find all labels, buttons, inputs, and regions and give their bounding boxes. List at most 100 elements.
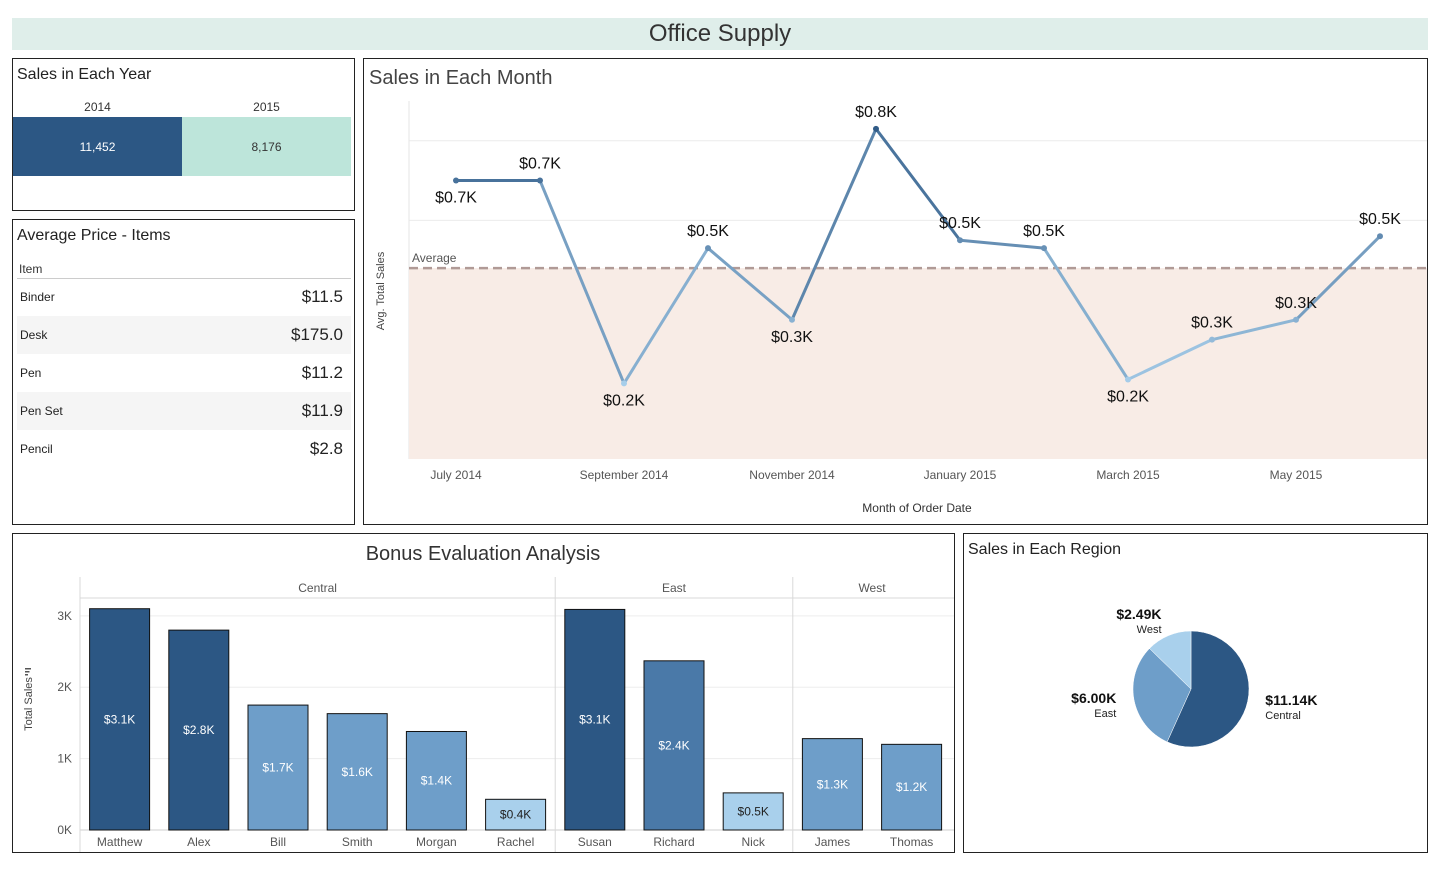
month-data-label: $0.5K: [1359, 211, 1401, 228]
region-name-label: West: [1137, 624, 1162, 636]
item-name: Desk: [20, 328, 48, 342]
month-y-axis-label: Avg. Total Sales: [375, 251, 387, 330]
month-data-point[interactable]: [1377, 233, 1383, 240]
month-data-label: $0.5K: [1023, 223, 1065, 240]
month-data-point[interactable]: [537, 177, 543, 184]
month-x-tick-label: November 2014: [749, 468, 835, 482]
month-data-point[interactable]: [1041, 245, 1047, 252]
bonus-x-tick-label: Bill: [270, 835, 286, 849]
table-row[interactable]: Pen $11.2: [17, 354, 351, 392]
month-data-point[interactable]: [957, 237, 963, 244]
month-data-label: $0.5K: [687, 223, 729, 240]
bonus-bar-label: $1.6K: [342, 765, 373, 779]
region-name-label: Central: [1265, 710, 1300, 722]
year-header-2014: 2014: [84, 100, 111, 114]
month-data-point[interactable]: [621, 380, 627, 387]
bonus-bar-label: $3.1K: [104, 712, 135, 726]
sales-by-region-chart[interactable]: $11.14K Central $6.00K East $2.49K West: [964, 534, 1427, 852]
sales-by-year-panel: Sales in Each Year 2014 2015 11,452 8,17…: [12, 58, 355, 211]
month-data-point[interactable]: [705, 245, 711, 252]
sort-icon[interactable]: [25, 668, 31, 676]
month-data-label: $0.7K: [519, 156, 561, 173]
bonus-group-label: East: [662, 581, 687, 595]
month-x-tick-label: March 2015: [1096, 468, 1160, 482]
bonus-x-tick-label: Thomas: [890, 835, 933, 849]
month-data-point[interactable]: [453, 177, 459, 184]
bonus-x-tick-label: Nick: [742, 835, 766, 849]
average-price-panel: Average Price - Items Item Binder $11.5 …: [12, 219, 355, 525]
month-data-point[interactable]: [873, 125, 879, 132]
bonus-bar-label: $2.8K: [183, 723, 214, 737]
year-cell-2014[interactable]: 11,452: [13, 117, 182, 176]
bonus-bar-label: $0.4K: [500, 808, 531, 822]
average-price-title: Average Price - Items: [17, 227, 171, 244]
year-cell-2015[interactable]: 8,176: [182, 117, 351, 176]
bonus-y-tick-label: 0K: [57, 823, 72, 837]
item-price: $11.2: [301, 363, 343, 382]
bonus-group-label: Central: [298, 581, 337, 595]
item-name: Pencil: [20, 442, 53, 456]
bonus-y-tick-label: 1K: [57, 752, 72, 766]
item-price: $2.8: [309, 439, 343, 458]
bonus-group-label: West: [858, 581, 886, 595]
table-row[interactable]: Desk $175.0: [17, 316, 351, 354]
month-data-point[interactable]: [1209, 336, 1215, 343]
bonus-bar-label: $1.4K: [421, 774, 452, 788]
month-data-label: $0.3K: [1275, 295, 1317, 312]
month-data-label: $0.5K: [939, 215, 981, 232]
month-line-segment: [958, 238, 1046, 250]
dashboard-title: Office Supply: [12, 18, 1428, 50]
item-name: Pen Set: [20, 404, 63, 418]
month-data-label: $0.3K: [1191, 315, 1233, 332]
bonus-x-tick-label: Richard: [653, 835, 694, 849]
month-x-tick-label: January 2015: [924, 468, 997, 482]
item-name: Binder: [20, 290, 55, 304]
bonus-x-tick-label: James: [815, 835, 850, 849]
bonus-bar-label: $1.7K: [262, 761, 293, 775]
item-column-header: Item: [19, 262, 43, 276]
item-price: $11.5: [301, 287, 343, 306]
month-x-tick-label: September 2014: [580, 468, 669, 482]
bonus-x-tick-label: Morgan: [416, 835, 457, 849]
bonus-bar-label: $1.3K: [817, 777, 848, 791]
table-row[interactable]: Pen Set $11.9: [17, 392, 351, 430]
sales-by-month-chart[interactable]: Avg. Total Sales Month of Order Date Ave…: [364, 59, 1427, 524]
bonus-x-tick-label: Smith: [342, 835, 373, 849]
sales-by-region-panel: Sales in Each Region $11.14K Central $6.00…: [963, 533, 1428, 853]
bonus-y-axis-label: Total Sales: [23, 677, 35, 731]
month-data-label: $0.7K: [435, 190, 477, 207]
region-value-label: $2.49K: [1116, 606, 1161, 622]
month-x-axis-label: Month of Order Date: [862, 501, 972, 515]
table-row[interactable]: Pencil $2.8: [17, 430, 351, 468]
bonus-x-tick-label: Matthew: [97, 835, 143, 849]
bonus-x-tick-label: Alex: [187, 835, 210, 849]
sales-by-year-title: Sales in Each Year: [17, 66, 152, 83]
bonus-bar-label: $2.4K: [658, 738, 689, 752]
bonus-x-tick-label: Susan: [578, 835, 612, 849]
bonus-bar-label: $3.1K: [579, 713, 610, 727]
sales-by-month-panel: Sales in Each Month Avg. Total Sales Mon…: [363, 58, 1428, 525]
region-value-label: $11.14K: [1265, 692, 1317, 708]
table-row[interactable]: Binder $11.5: [17, 278, 351, 316]
region-value-label: $6.00K: [1071, 690, 1116, 706]
month-data-point[interactable]: [1293, 316, 1299, 323]
month-x-tick-label: July 2014: [430, 468, 482, 482]
bonus-evaluation-panel: Bonus Evaluation Analysis Total Sales 0K…: [12, 533, 955, 853]
item-name: Pen: [20, 366, 42, 380]
month-data-point[interactable]: [1125, 376, 1131, 383]
bonus-y-tick-label: 2K: [57, 680, 72, 694]
bonus-evaluation-title: Bonus Evaluation Analysis: [366, 543, 601, 565]
item-price: $11.9: [301, 401, 343, 420]
month-x-tick-label: May 2015: [1270, 468, 1323, 482]
month-data-label: $0.2K: [1107, 388, 1149, 405]
bonus-bar-label: $0.5K: [738, 804, 769, 818]
region-name-label: East: [1094, 708, 1116, 720]
month-data-point[interactable]: [789, 316, 795, 323]
month-data-label: $0.3K: [771, 329, 813, 346]
bonus-evaluation-chart[interactable]: Bonus Evaluation Analysis Total Sales 0K…: [13, 534, 954, 852]
item-price: $175.0: [291, 325, 343, 344]
month-data-label: $0.8K: [855, 104, 897, 121]
month-data-label: $0.2K: [603, 392, 645, 409]
bonus-x-tick-label: Rachel: [497, 835, 534, 849]
average-reference-label: Average: [412, 251, 457, 265]
